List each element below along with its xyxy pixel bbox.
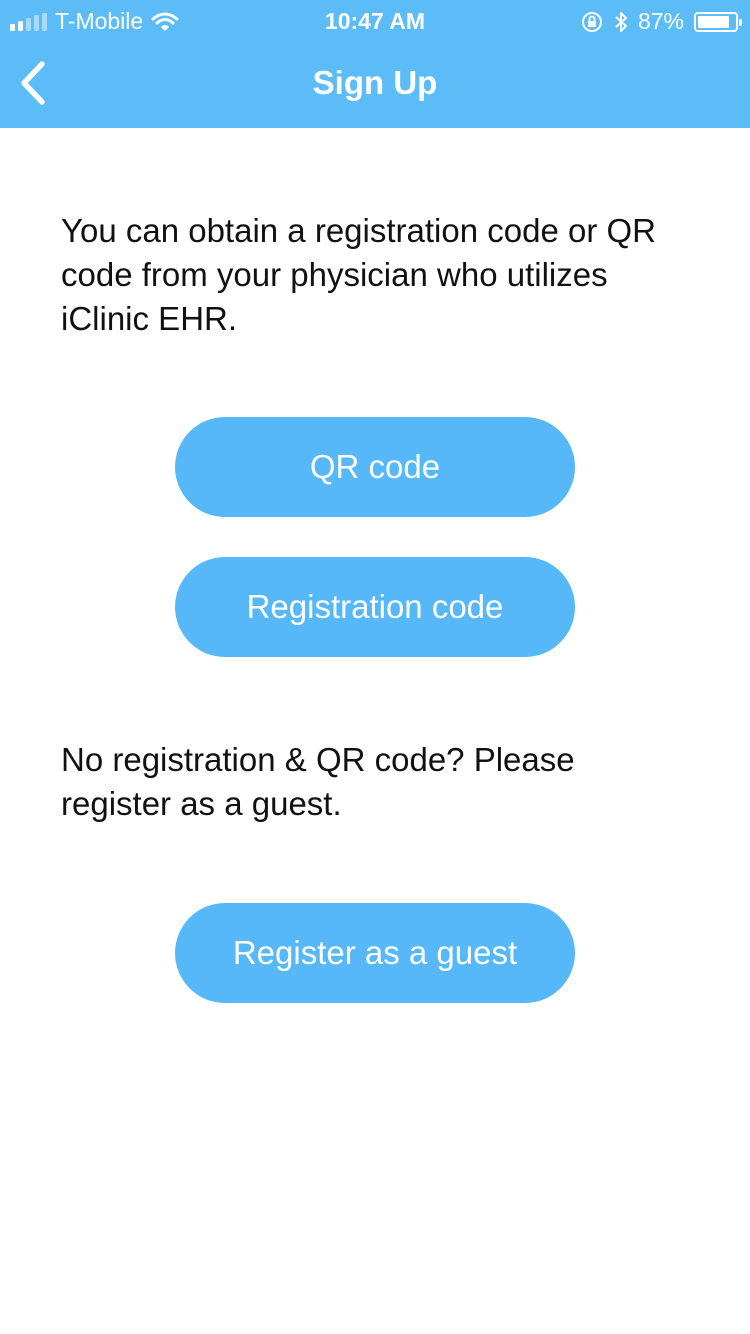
battery-fill bbox=[698, 15, 729, 28]
bluetooth-icon bbox=[615, 11, 627, 32]
register-guest-button[interactable]: Register as a guest bbox=[175, 903, 575, 1003]
navigation-bar: Sign Up bbox=[0, 40, 750, 128]
intro-text: You can obtain a registration code or QR… bbox=[61, 212, 656, 337]
guest-info-text: No registration & QR code? Please regist… bbox=[61, 741, 575, 822]
top-bar: T-Mobile 10:47 AM 87% Sign Up bbox=[0, 0, 750, 128]
status-right: 87% bbox=[580, 8, 742, 35]
qr-code-button[interactable]: QR code bbox=[175, 417, 575, 517]
battery-percent: 87% bbox=[637, 8, 684, 34]
registration-code-button[interactable]: Registration code bbox=[175, 557, 575, 657]
orientation-lock-icon bbox=[581, 11, 602, 32]
status-bar: T-Mobile 10:47 AM 87% bbox=[0, 0, 750, 40]
sign-up-screen: T-Mobile 10:47 AM 87% Sign Up You can ob… bbox=[0, 0, 750, 1334]
battery-icon bbox=[694, 11, 742, 32]
page-title: Sign Up bbox=[312, 64, 438, 101]
